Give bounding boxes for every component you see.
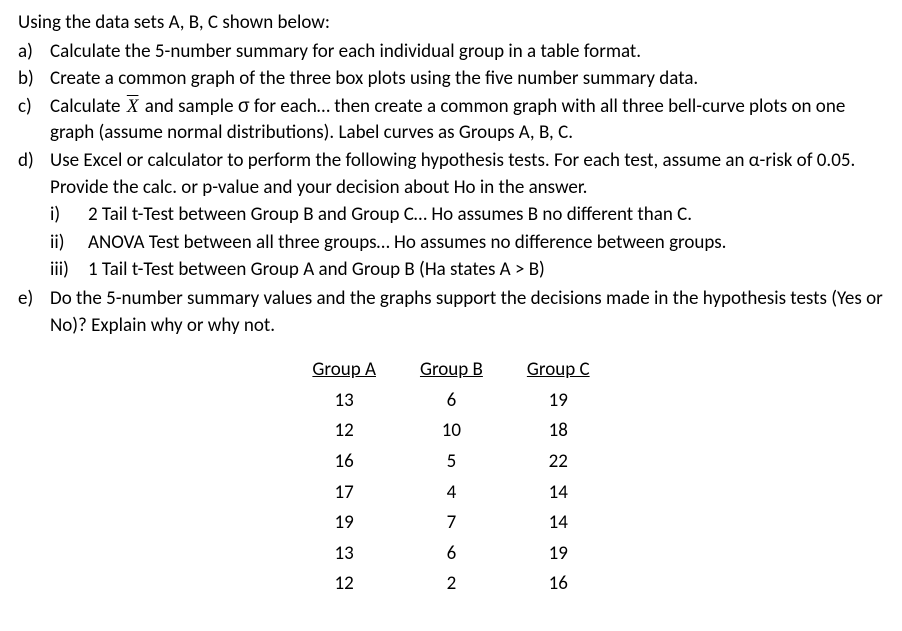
question-b: b) Create a common graph of the three bo… <box>18 66 884 93</box>
cell-a: 12 <box>290 569 398 600</box>
cell-a: 16 <box>290 447 398 478</box>
cell-c: 18 <box>505 416 612 447</box>
question-list: a) Calculate the 5-number summary for ea… <box>18 39 884 340</box>
question-d: d) Use Excel or calculator to perform th… <box>18 148 884 285</box>
cell-b: 5 <box>398 447 505 478</box>
question-d-ii: ii) ANOVA Test between all three groups…… <box>50 230 884 257</box>
cell-b: 4 <box>398 478 505 509</box>
question-a-text: Calculate the 5-number summary for each … <box>50 39 884 66</box>
cell-c: 14 <box>505 478 612 509</box>
question-c-before: Calculate <box>50 95 125 118</box>
table-row: 19 7 14 <box>290 508 611 539</box>
cell-b: 10 <box>398 416 505 447</box>
question-a-marker: a) <box>18 39 50 66</box>
table-row: 13 6 19 <box>290 386 611 417</box>
cell-c: 19 <box>505 386 612 417</box>
cell-a: 13 <box>290 386 398 417</box>
question-d-content: Use Excel or calculator to perform the f… <box>50 148 884 285</box>
question-c-mid: and sample <box>140 95 237 118</box>
cell-b: 6 <box>398 386 505 417</box>
table-header-row: Group A Group B Group C <box>290 355 611 386</box>
question-d-sublist: i) 2 Tail t-Test between Group B and Gro… <box>50 202 884 284</box>
table-row: 12 10 18 <box>290 416 611 447</box>
question-d-i-marker: i) <box>50 202 88 229</box>
table-row: 13 6 19 <box>290 539 611 570</box>
cell-c: 14 <box>505 508 612 539</box>
question-d-i-text: 2 Tail t-Test between Group B and Group … <box>88 202 692 229</box>
cell-a: 12 <box>290 416 398 447</box>
cell-c: 16 <box>505 569 612 600</box>
cell-c: 19 <box>505 539 612 570</box>
data-table: Group A Group B Group C 13 6 19 12 10 18… <box>290 355 611 600</box>
sigma-symbol: σ <box>238 96 250 117</box>
question-d-iii: iii) 1 Tail t-Test between Group A and G… <box>50 257 884 284</box>
cell-b: 6 <box>398 539 505 570</box>
cell-a: 19 <box>290 508 398 539</box>
table-row: 17 4 14 <box>290 478 611 509</box>
question-a: a) Calculate the 5-number summary for ea… <box>18 39 884 66</box>
question-c-marker: c) <box>18 94 50 147</box>
question-c: c) Calculate X and sample σ for each… th… <box>18 94 884 147</box>
table-row: 16 5 22 <box>290 447 611 478</box>
table-header-b: Group B <box>398 355 505 386</box>
question-d-marker: d) <box>18 148 50 285</box>
question-d-iii-text: 1 Tail t-Test between Group A and Group … <box>88 257 545 284</box>
question-e: e) Do the 5-number summary values and th… <box>18 286 884 339</box>
table-row: 12 2 16 <box>290 569 611 600</box>
intro-text: Using the data sets A, B, C shown below: <box>18 10 884 37</box>
cell-a: 13 <box>290 539 398 570</box>
question-e-text: Do the 5-number summary values and the g… <box>50 286 884 339</box>
cell-b: 2 <box>398 569 505 600</box>
cell-a: 17 <box>290 478 398 509</box>
table-header-a: Group A <box>290 355 398 386</box>
question-d-ii-marker: ii) <box>50 230 88 257</box>
question-b-marker: b) <box>18 66 50 93</box>
question-d-ii-text: ANOVA Test between all three groups… Ho … <box>88 230 726 257</box>
question-d-i: i) 2 Tail t-Test between Group B and Gro… <box>50 202 884 229</box>
question-d-text: Use Excel or calculator to perform the f… <box>50 149 855 199</box>
xbar-symbol: X <box>125 96 141 117</box>
question-c-text: Calculate X and sample σ for each… then … <box>50 94 884 147</box>
cell-b: 7 <box>398 508 505 539</box>
question-e-marker: e) <box>18 286 50 339</box>
cell-c: 22 <box>505 447 612 478</box>
question-d-iii-marker: iii) <box>50 257 88 284</box>
question-b-text: Create a common graph of the three box p… <box>50 66 884 93</box>
table-header-c: Group C <box>505 355 612 386</box>
